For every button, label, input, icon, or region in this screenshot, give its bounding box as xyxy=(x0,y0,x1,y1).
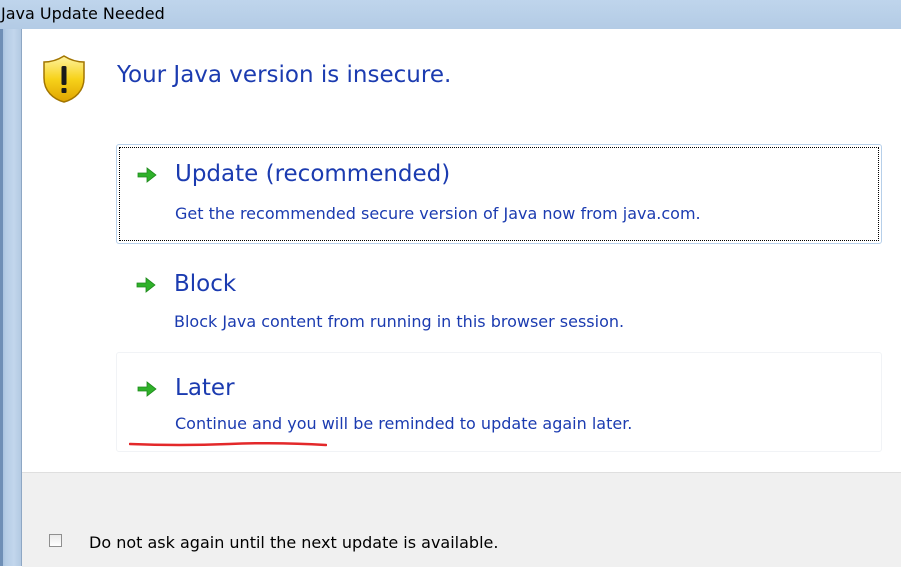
block-option-description: Block Java content from running in this … xyxy=(174,312,625,331)
green-arrow-icon xyxy=(137,167,157,183)
do-not-ask-checkbox[interactable] xyxy=(49,534,62,547)
dialog-footer: Do not ask again until the next update i… xyxy=(22,472,901,567)
window-titlebar: Java Update Needed xyxy=(0,0,901,30)
dialog-heading: Your Java version is insecure. xyxy=(117,62,452,88)
update-option-description: Get the recommended secure version of Ja… xyxy=(175,204,701,223)
block-option-button[interactable]: Block Block Java content from running in… xyxy=(116,249,882,349)
dialog-content: Your Java version is insecure. Update (r… xyxy=(22,29,901,567)
later-option-button[interactable]: Later Continue and you will be reminded … xyxy=(116,352,882,452)
green-arrow-icon xyxy=(136,277,156,293)
update-option-button[interactable]: Update (recommended) Get the recommended… xyxy=(116,144,882,244)
red-annotation-underline xyxy=(129,441,327,447)
window-frame-edge xyxy=(0,29,3,566)
window-frame-left xyxy=(0,29,22,566)
warning-shield-icon xyxy=(43,55,85,103)
update-option-title: Update (recommended) xyxy=(175,161,451,187)
window-title: Java Update Needed xyxy=(1,4,165,23)
green-arrow-icon xyxy=(137,381,157,397)
later-option-title: Later xyxy=(175,375,235,401)
block-option-title: Block xyxy=(174,271,237,297)
later-option-description: Continue and you will be reminded to upd… xyxy=(175,414,633,433)
do-not-ask-label[interactable]: Do not ask again until the next update i… xyxy=(89,528,529,557)
